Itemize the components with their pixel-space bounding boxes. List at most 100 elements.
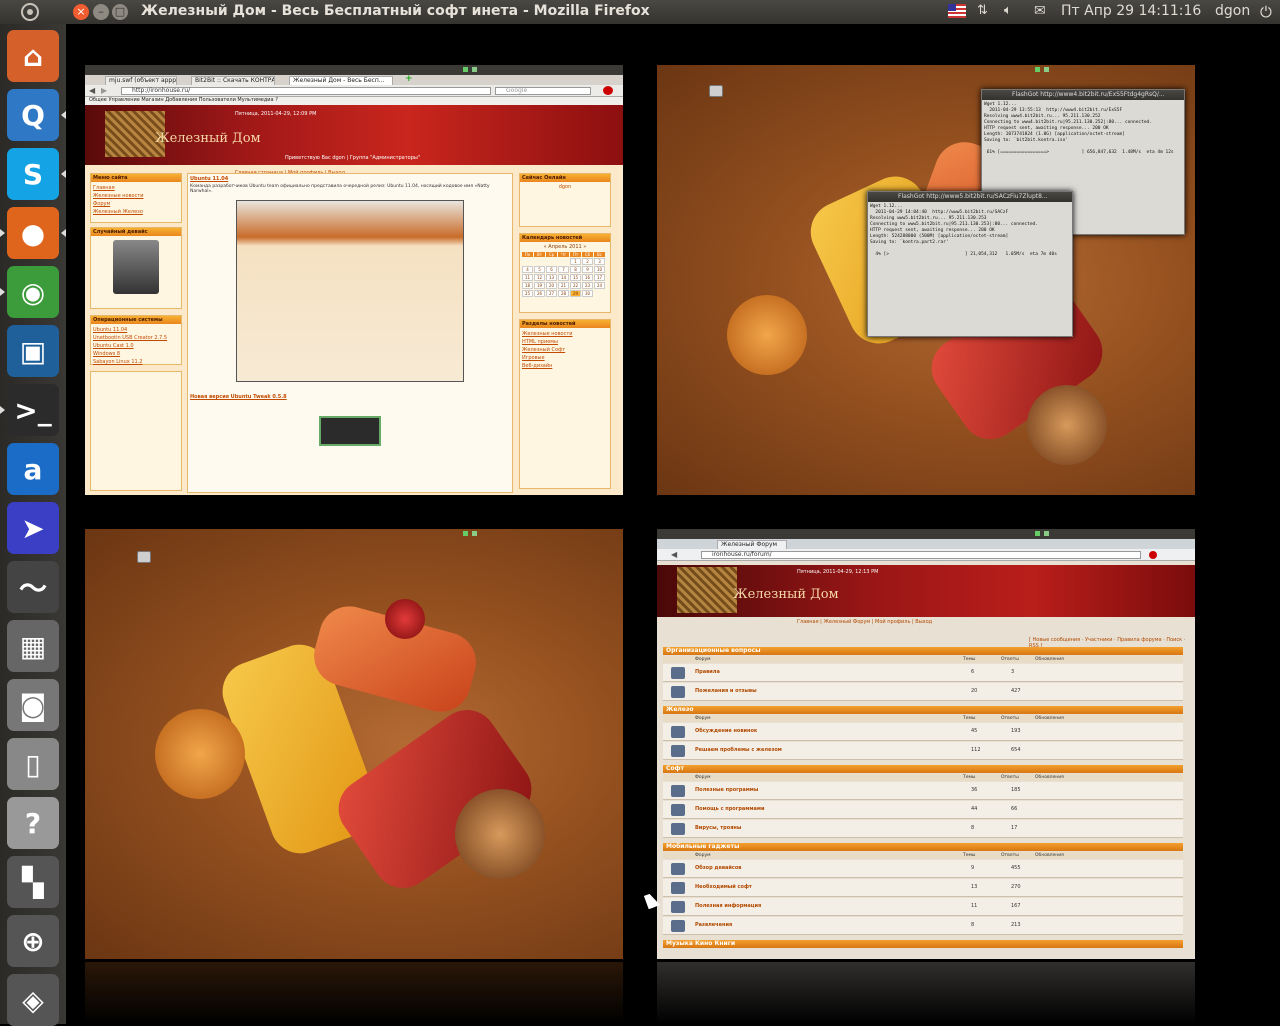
calendar-month[interactable]: « Апрель 2011 » [522, 244, 608, 250]
trash-icon[interactable]: ◈ [7, 974, 59, 1026]
drive-icon[interactable] [709, 85, 723, 97]
calendar-day[interactable]: 12 [534, 274, 545, 281]
workspace-2[interactable]: FlashGot http://www4.bit2bit.ru/ExS5Ftdg… [657, 65, 1195, 495]
zoom-icon[interactable]: ⊕ [7, 915, 59, 967]
network-arrows-icon[interactable]: ⇅ [977, 3, 988, 18]
terminal-2-title[interactable]: FlashGot http://www5.bit2bit.ru/SACzFiu7… [868, 192, 1072, 202]
forum-section-header[interactable]: Музыка Кино Книги [663, 940, 1183, 948]
url-bar[interactable]: http://ironhouse.ru/ [121, 87, 491, 95]
forum-row-title[interactable]: Правила [695, 669, 720, 675]
left-menu-item[interactable]: Железный Железо [93, 208, 179, 216]
workspace-1[interactable]: mju.swf (объект appplicati... Bit2Bit ::… [85, 65, 623, 495]
calendar-day[interactable]: 22 [570, 282, 581, 289]
calendar-day[interactable]: 3 [594, 258, 605, 265]
forum-row-title[interactable]: Обзор девайсов [695, 865, 741, 871]
os-item[interactable]: Unetbootin USB Creator 2.7.5 [93, 334, 179, 342]
calendar-day[interactable]: 16 [582, 274, 593, 281]
forum-row[interactable]: Развлечения 8 213 [663, 917, 1183, 935]
section-item[interactable]: Веб-дизайн [522, 362, 608, 370]
calendar-day[interactable]: 24 [594, 282, 605, 289]
left-menu-item[interactable]: Железные новости [93, 192, 179, 200]
online-user[interactable]: dgon [522, 184, 608, 190]
forum-row-title[interactable]: Решаем проблемы с железом [695, 747, 782, 753]
os-item[interactable]: Windows 8 [93, 350, 179, 358]
calendar-day[interactable]: 30 [582, 290, 593, 297]
calendar-day[interactable]: 2 [582, 258, 593, 265]
forum-row[interactable]: Помощь с программами 44 66 [663, 801, 1183, 819]
url-bar[interactable]: ironhouse.ru/forum/ [701, 551, 1141, 559]
calendar-day[interactable]: 9 [582, 266, 593, 273]
forum-section-header[interactable]: Железо [663, 706, 1183, 714]
calendar-day[interactable]: 21 [558, 282, 569, 289]
calendar-day[interactable]: 17 [594, 274, 605, 281]
calendar-day[interactable]: 26 [534, 290, 545, 297]
forum-nav[interactable]: Главная | Железный Форум | Мой профиль |… [797, 619, 932, 625]
forum-row[interactable]: Правила 6 3 [663, 664, 1183, 682]
forum-row[interactable]: Пожелания и отзывы 20 427 [663, 683, 1183, 701]
forum-section-header[interactable]: Организационные вопросы [663, 647, 1183, 655]
chrome-icon[interactable]: ◉ [7, 266, 59, 318]
calendar-day[interactable]: 23 [582, 282, 593, 289]
post2-title[interactable]: Новая версия Ubuntu Tweak 0.5.8 [190, 394, 510, 400]
screenshot-icon[interactable]: ◙ [7, 679, 59, 731]
tab-3[interactable]: Железный Дом - Весь Бесп... [289, 76, 393, 85]
forum-row-title[interactable]: Помощь с программами [695, 806, 764, 812]
firefox-icon[interactable]: ● [7, 207, 59, 259]
forum-row[interactable]: Обсуждение новинок 45 193 [663, 723, 1183, 741]
terminal-icon[interactable]: >_ [7, 384, 59, 436]
tab-2[interactable]: Bit2Bit :: Скачать КОНТРА... [191, 76, 275, 85]
forum-row-title[interactable]: Полезные программы [695, 787, 758, 793]
forum-row-title[interactable]: Необходимый софт [695, 884, 752, 890]
qutim-icon[interactable]: Q [7, 89, 59, 141]
calendar-day[interactable]: 6 [546, 266, 557, 273]
calendar-day[interactable]: 14 [558, 274, 569, 281]
transmission-icon[interactable]: ➤ [7, 502, 59, 554]
search-field[interactable]: Google [495, 87, 591, 95]
skype-icon[interactable]: S [7, 148, 59, 200]
calendar-day[interactable]: 11 [522, 274, 533, 281]
calendar-day[interactable]: 19 [534, 282, 545, 289]
clock[interactable]: Пт Апр 29 14:11:16 [1061, 3, 1201, 19]
workspace-3[interactable] [85, 529, 623, 959]
post-title[interactable]: Ubuntu 11.04 [190, 176, 510, 182]
forum-row[interactable]: Полезная информация 11 167 [663, 898, 1183, 916]
calendar-day[interactable]: 20 [546, 282, 557, 289]
tab-1[interactable]: mju.swf (объект appplicati... [105, 76, 177, 85]
calendar-day[interactable]: 15 [570, 274, 581, 281]
window-maximize-button[interactable]: □ [112, 4, 128, 20]
calendar-day[interactable]: 13 [546, 274, 557, 281]
terminal-window-2[interactable]: FlashGot http://www5.bit2bit.ru/SACzFiu7… [867, 191, 1073, 337]
calendar-day[interactable]: 8 [570, 266, 581, 273]
workspace-4[interactable]: Железный Форум ◀ ironhouse.ru/forum/ Пят… [657, 529, 1195, 959]
left-menu-item[interactable]: Главная [93, 184, 179, 192]
forward-icon[interactable]: ▶ [101, 86, 107, 95]
forum-section-header[interactable]: Мобильные гаджеты [663, 843, 1183, 851]
calculator-icon[interactable]: ▦ [7, 620, 59, 672]
help-icon[interactable]: ? [7, 797, 59, 849]
forum-row-title[interactable]: Пожелания и отзывы [695, 688, 757, 694]
username[interactable]: dgon [1215, 3, 1250, 19]
forum-row-title[interactable]: Полезная информация [695, 903, 761, 909]
drive-icon[interactable] [137, 551, 151, 563]
device-image[interactable] [113, 240, 159, 294]
forum-row[interactable]: Полезные программы 36 185 [663, 782, 1183, 800]
section-item[interactable]: Железные новости [522, 330, 608, 338]
left-menu-item[interactable]: Форум [93, 200, 179, 208]
flag-us-icon[interactable] [948, 4, 966, 18]
window-minimize-button[interactable]: – [93, 4, 109, 20]
calendar-day[interactable]: 7 [558, 266, 569, 273]
mail-icon[interactable]: ✉ [1034, 3, 1046, 19]
os-item[interactable]: Ubuntu 11.04 [93, 326, 179, 334]
system-monitor-icon[interactable]: 〜 [7, 561, 59, 613]
calendar-day[interactable]: 28 [558, 290, 569, 297]
section-item[interactable]: Игровые [522, 354, 608, 362]
new-tab-icon[interactable]: + [405, 74, 413, 84]
abp-icon[interactable] [603, 86, 613, 95]
os-item[interactable]: Sabayon Linux 11.2 [93, 358, 179, 366]
ubuntu-logo-icon[interactable] [21, 3, 39, 21]
virtualbox-icon[interactable]: ▣ [7, 325, 59, 377]
calendar-day[interactable]: 29 [570, 290, 581, 297]
calendar-day[interactable]: 25 [522, 290, 533, 297]
calendar-day[interactable]: 5 [534, 266, 545, 273]
volume-icon[interactable]: 🔈︎ [1004, 3, 1012, 18]
